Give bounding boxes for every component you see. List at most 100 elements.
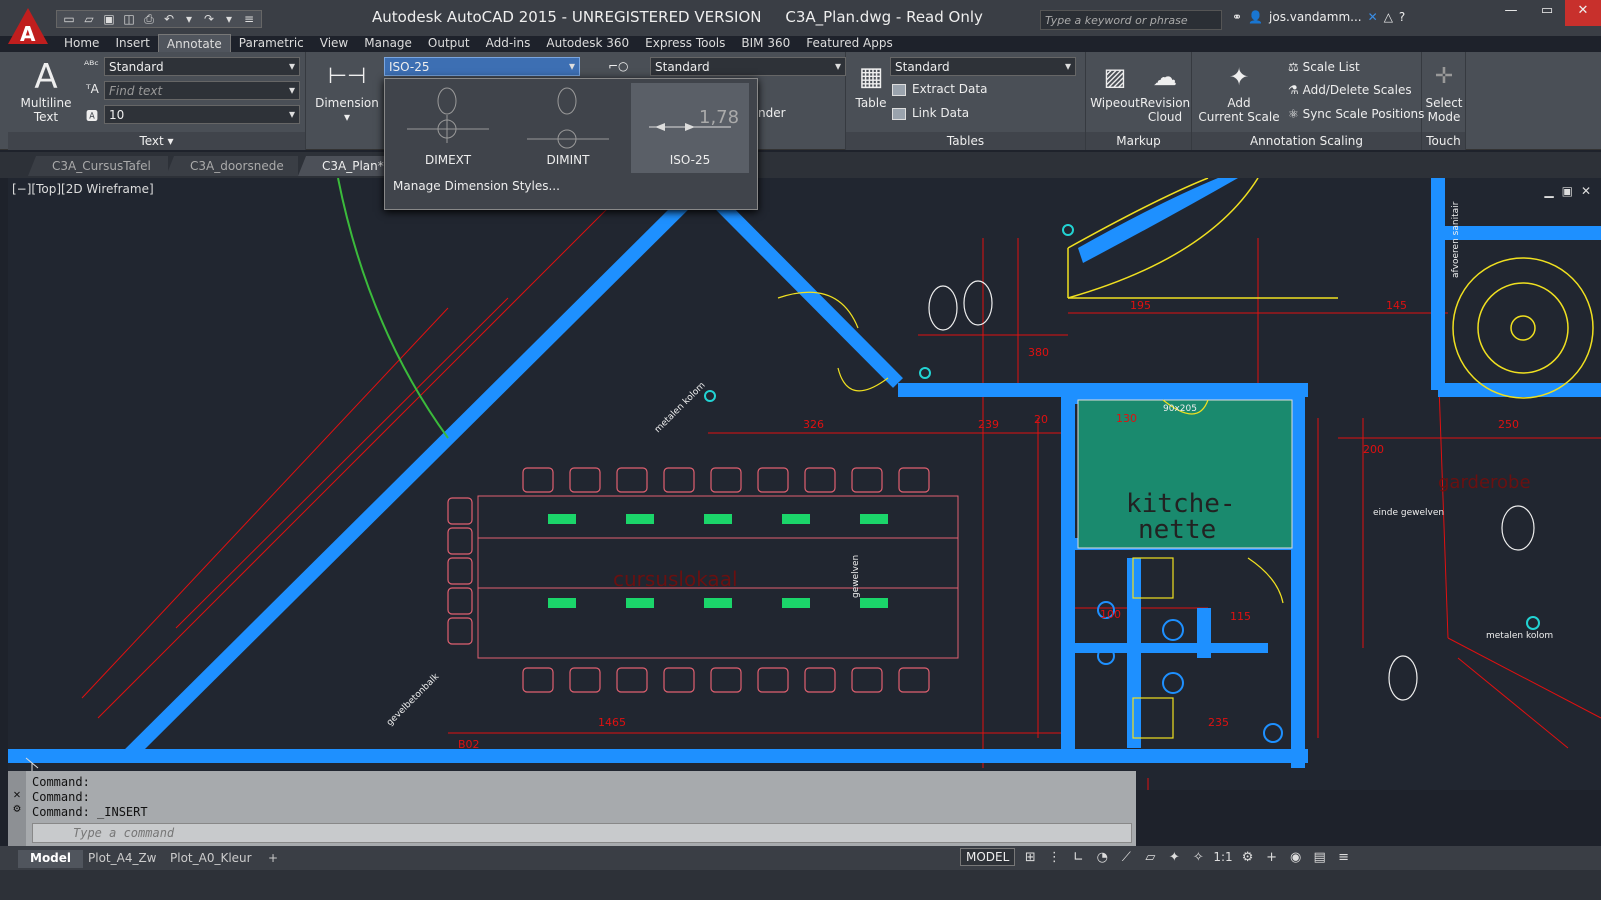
markup-panel-title[interactable]: Markup [1086, 132, 1191, 150]
wipeout-button[interactable]: ▨ Wipeout [1090, 58, 1140, 110]
ribbon-tab-annotate[interactable]: Annotate [157, 34, 231, 54]
settings-command-icon[interactable]: ⚙ [8, 801, 26, 815]
viewport-controls-label[interactable]: [−][Top][2D Wireframe] [12, 182, 154, 196]
lineweight-icon[interactable]: ▱ [1141, 850, 1159, 865]
table-style-select[interactable]: Standard [890, 57, 1076, 76]
layout-tab-plot-a4[interactable]: Plot_A4_Zw [76, 850, 169, 868]
manage-dimension-styles-link[interactable]: Manage Dimension Styles... [393, 179, 560, 193]
select-mode-button[interactable]: ✛ Select Mode [1422, 58, 1466, 124]
annotation-scaling-title[interactable]: Annotation Scaling [1192, 132, 1421, 150]
scale-list-button[interactable]: ⚖ Scale List [1288, 60, 1360, 74]
ribbon-tab-manage[interactable]: Manage [356, 34, 420, 54]
redo-icon[interactable]: ↷ [201, 12, 217, 26]
minimize-button[interactable]: — [1493, 0, 1529, 26]
tables-panel-title[interactable]: Tables [846, 132, 1085, 150]
hardware-accel-icon[interactable]: ▤ [1311, 850, 1329, 865]
ribbon-tab-home[interactable]: Home [56, 34, 107, 54]
account-icon[interactable]: △ [1384, 10, 1393, 24]
saveas-icon[interactable]: ◫ [121, 12, 137, 26]
autocad-logo[interactable]: A [8, 8, 48, 44]
redo-dropdown-icon[interactable]: ▾ [221, 12, 237, 26]
annotation-icon[interactable]: ✦ [1165, 850, 1183, 865]
isolate-icon[interactable]: ◉ [1287, 850, 1305, 865]
customize-qat-icon[interactable]: ≡ [241, 12, 257, 26]
ribbon-tab-featured-apps[interactable]: Featured Apps [798, 34, 900, 54]
doc-tab-cursustafel[interactable]: C3A_CursusTafel [28, 156, 168, 176]
annotation-visibility-icon[interactable]: ✧ [1189, 850, 1207, 865]
bottom-strip [0, 870, 1601, 900]
layout-tab-plot-a0[interactable]: Plot_A0_Kleur [158, 850, 264, 868]
leader-icon[interactable]: ⌐○ [608, 59, 629, 73]
dim-style-dimext[interactable]: DIMEXT [389, 83, 507, 173]
viewport-close-icon[interactable]: ✕ [1581, 184, 1591, 198]
table-button[interactable]: ▦ Table [850, 58, 892, 110]
extract-data-button[interactable]: Extract Data [892, 82, 987, 96]
text-style-select[interactable]: Standard [104, 57, 300, 76]
model-space-button[interactable]: MODEL [960, 848, 1016, 866]
close-command-icon[interactable]: ✕ [8, 787, 26, 801]
polar-icon[interactable]: ◔ [1093, 850, 1111, 865]
open-icon[interactable]: ▱ [81, 12, 97, 26]
add-current-scale-button[interactable]: ✦ Add Current Scale [1198, 58, 1280, 124]
sync-scale-button[interactable]: ⚛ Sync Scale Positions [1288, 107, 1424, 121]
ortho-icon[interactable]: ∟ [1069, 850, 1087, 865]
customize-status-icon[interactable]: ≡ [1335, 850, 1353, 865]
find-text-input[interactable]: Find text [104, 81, 300, 100]
viewport-restore-icon[interactable]: ▣ [1562, 184, 1573, 198]
chair [569, 667, 601, 693]
ribbon-tab-parametric[interactable]: Parametric [231, 34, 312, 54]
plus-icon[interactable]: + [1263, 850, 1281, 865]
ribbon-tab-insert[interactable]: Insert [107, 34, 157, 54]
ribbon-tab-view[interactable]: View [312, 34, 356, 54]
ribbon-tab-output[interactable]: Output [420, 34, 478, 54]
annotation-scale-select[interactable]: 1:1 [1213, 850, 1232, 864]
multileader-style-select[interactable]: Standard [650, 57, 846, 76]
text-height-select[interactable]: 10 [104, 105, 300, 124]
snap-icon[interactable]: ⋮ [1045, 850, 1063, 865]
command-window-handle[interactable]: ✕ ⚙ [8, 771, 26, 847]
link-data-button[interactable]: Link Data [892, 106, 969, 120]
dim-style-dimint[interactable]: DIMINT [509, 83, 627, 173]
dimension-button[interactable]: ⊢⊣ Dimension ▾ [312, 58, 382, 124]
undo-dropdown-icon[interactable]: ▾ [181, 12, 197, 26]
layout-tab-model[interactable]: Model [18, 850, 84, 868]
touch-panel-title[interactable]: Touch [1422, 132, 1465, 150]
close-button[interactable]: ✕ [1565, 0, 1601, 26]
ribbon-tab-bim-360[interactable]: BIM 360 [733, 34, 798, 54]
doc-tab-doorsnede[interactable]: C3A_doorsnede [166, 156, 298, 176]
drawing-canvas[interactable]: kitche- nette 195 145 380 326 239 130 20… [8, 178, 1601, 790]
help-icon[interactable]: ? [1399, 10, 1405, 24]
command-input[interactable]: Type a command [32, 823, 1132, 843]
floor-plan-drawing[interactable]: kitche- nette 195 145 380 326 239 130 20… [8, 178, 1601, 790]
user-icon[interactable]: 👤 [1248, 10, 1263, 24]
workspace-gear-icon[interactable]: ⚙ [1239, 850, 1257, 865]
save-icon[interactable]: ▣ [101, 12, 117, 26]
ribbon-tab-autodesk-360[interactable]: Autodesk 360 [538, 34, 637, 54]
text-panel-title[interactable]: Text ▾ [8, 132, 305, 150]
search-input[interactable]: Type a keyword or phrase [1040, 10, 1222, 30]
osnap-icon[interactable]: ⟋ [1117, 850, 1135, 865]
computer [782, 598, 810, 608]
new-icon[interactable]: ▭ [61, 12, 77, 26]
binoculars-icon[interactable]: ⚭ [1232, 10, 1242, 24]
print-icon[interactable]: ⎙ [141, 12, 157, 26]
user-name[interactable]: jos.vandamm... [1269, 10, 1362, 24]
chair [757, 467, 789, 493]
grid-icon[interactable]: ⊞ [1021, 850, 1039, 865]
exchange-icon[interactable]: ✕ [1368, 10, 1378, 24]
ribbon-tab-express-tools[interactable]: Express Tools [637, 34, 733, 54]
wipeout-icon: ▨ [1103, 63, 1127, 91]
dim-style-iso25[interactable]: 1,78 ISO-25 [631, 83, 749, 173]
restore-button[interactable]: ▭ [1529, 0, 1565, 26]
computer [704, 514, 732, 524]
revision-cloud-button[interactable]: ☁ Revision Cloud [1140, 58, 1190, 124]
add-layout-button[interactable]: + [256, 850, 290, 868]
dimension-style-select[interactable]: ISO-25 [384, 57, 580, 76]
check-spelling-icon[interactable]: ᴬᴮᶜ [84, 58, 99, 72]
multiline-text-button[interactable]: A Multiline Text [16, 58, 76, 124]
viewport-minimize-icon[interactable]: ▁ [1544, 184, 1553, 198]
ribbon-tab-add-ins[interactable]: Add-ins [478, 34, 539, 54]
add-delete-scales-button[interactable]: ⚗ Add/Delete Scales [1288, 83, 1412, 97]
undo-icon[interactable]: ↶ [161, 12, 177, 26]
doc-tab-plan[interactable]: C3A_Plan* [298, 156, 384, 176]
